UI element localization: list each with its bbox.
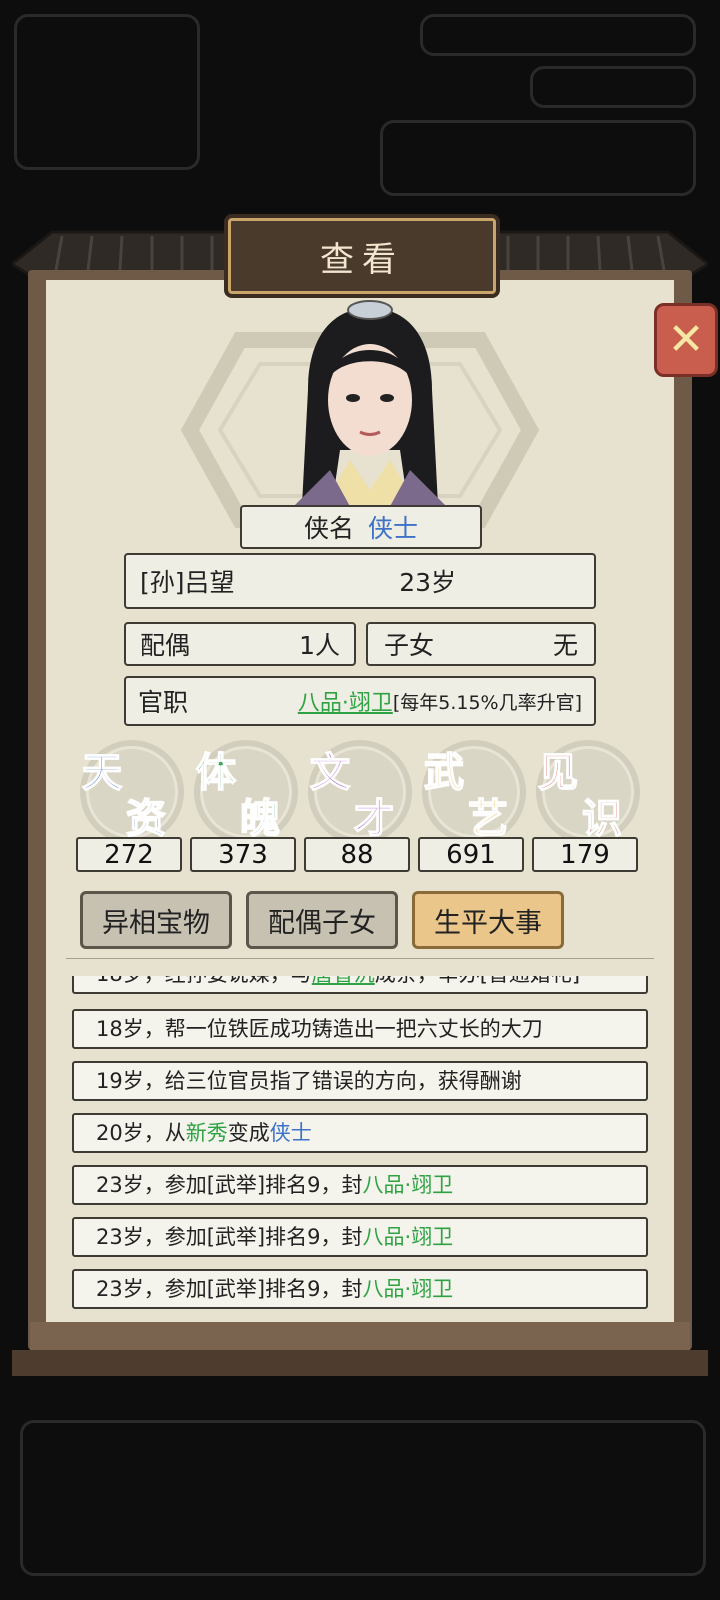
attribute-knowledge: 见 识 — [530, 738, 640, 843]
dialog-title-plate: 查看 — [228, 218, 496, 294]
attribute-char: 天 — [81, 748, 123, 797]
attribute-char: 识 — [581, 794, 623, 843]
event-highlight: 八品·翊卫 — [362, 1277, 454, 1301]
office-label: 官职 — [138, 688, 189, 717]
event-highlight: 新秀 — [185, 1121, 228, 1145]
list-item: 23岁，参加[武举]排名9，封八品·翊卫 — [72, 1269, 648, 1309]
list-item: 18岁，经孙姿说媒，与唐香沉成亲，举办[普通婚礼] — [72, 976, 648, 994]
background-resource-bar — [530, 66, 696, 108]
life-events-list[interactable]: 18岁，经孙姿说媒，与唐香沉成亲，举办[普通婚礼] 18岁，帮一位铁匠成功铸造出… — [72, 976, 648, 1312]
event-highlight: 八品·翊卫 — [362, 1173, 454, 1197]
name-age-box: [孙]吕望 23岁 — [124, 553, 596, 609]
attribute-char: 见 — [537, 748, 579, 797]
attribute-literary: 文 才 — [302, 738, 412, 843]
attribute-char: 体 — [195, 748, 237, 797]
tab-treasures[interactable]: 异相宝物 — [80, 891, 232, 949]
attribute-char: 资 — [125, 794, 167, 843]
children-value: 无 — [552, 631, 578, 660]
spouse-value: 1人 — [299, 631, 340, 660]
attribute-talent: 天 资 — [74, 738, 184, 843]
children-label: 子女 — [384, 631, 435, 660]
attribute-char: 魄 — [239, 794, 281, 843]
tab-life-events[interactable]: 生平大事 — [412, 891, 564, 949]
character-name: [孙]吕望 — [140, 568, 235, 597]
attribute-value-martial: 691 — [418, 837, 524, 872]
attribute-char: 才 — [353, 794, 395, 843]
list-item: 23岁，参加[武举]排名9，封八品·翊卫 — [72, 1165, 648, 1205]
background-bottom-nav — [20, 1420, 706, 1576]
office-rank-link[interactable]: 八品·翊卫 — [298, 685, 393, 717]
panel-base — [30, 1322, 690, 1350]
attribute-char: 武 — [423, 748, 465, 797]
character-portrait — [290, 300, 450, 510]
event-text: 成亲，举办[普通婚礼] — [375, 976, 580, 986]
event-highlight: 八品·翊卫 — [362, 1225, 454, 1249]
title-value: 侠士 — [368, 514, 419, 543]
list-item: 23岁，参加[武举]排名9，封八品·翊卫 — [72, 1217, 648, 1257]
character-age: 23岁 — [399, 568, 456, 597]
event-text: 19岁，给三位官员指了错误的方向，获得酬谢 — [96, 1069, 522, 1093]
event-text: 20岁，从 — [96, 1121, 186, 1145]
event-text: 变成 — [227, 1121, 270, 1145]
list-item: 20岁，从新秀变成侠士 — [72, 1113, 648, 1153]
title-label: 侠名 — [303, 514, 354, 543]
background-resource-bar — [420, 14, 696, 56]
title-box: 侠名 侠士 — [240, 505, 482, 549]
spouse-label: 配偶 — [140, 631, 191, 660]
background-avatar-frame — [14, 14, 200, 170]
panel-footer — [12, 1350, 708, 1376]
close-button[interactable]: ✕ — [654, 303, 718, 377]
event-link[interactable]: 唐香沉 — [312, 976, 375, 986]
close-icon: ✕ — [667, 314, 705, 365]
attribute-value-knowledge: 179 — [532, 837, 638, 872]
attribute-char: 艺 — [467, 794, 509, 843]
attribute-value-talent: 272 — [76, 837, 182, 872]
promotion-rate: [每年5.15%几率升官] — [392, 691, 582, 714]
office-box: 官职 八品·翊卫 [每年5.15%几率升官] — [124, 676, 596, 726]
tab-spouse-children[interactable]: 配偶子女 — [246, 891, 398, 949]
dialog-title: 查看 — [320, 239, 404, 280]
list-item: 18岁，帮一位铁匠成功铸造出一把六丈长的大刀 — [72, 1009, 648, 1049]
divider — [66, 958, 654, 959]
event-highlight: 侠士 — [269, 1121, 312, 1145]
list-item: 19岁，给三位官员指了错误的方向，获得酬谢 — [72, 1061, 648, 1101]
event-text: 23岁，参加[武举]排名9，封 — [96, 1277, 363, 1301]
attribute-physique: 体 魄 — [188, 738, 298, 843]
attribute-char: 文 — [309, 748, 351, 797]
attribute-value-physique: 373 — [190, 837, 296, 872]
spouse-box: 配偶 1人 — [124, 622, 356, 666]
event-text: 18岁，帮一位铁匠成功铸造出一把六丈长的大刀 — [96, 1017, 543, 1041]
event-text: 23岁，参加[武举]排名9，封 — [96, 1225, 363, 1249]
background-menu-icons — [380, 120, 696, 196]
event-text: 23岁，参加[武举]排名9，封 — [96, 1173, 363, 1197]
children-box: 子女 无 — [366, 622, 596, 666]
event-text: 18岁，经孙姿说媒，与 — [96, 976, 312, 986]
attribute-martial: 武 艺 — [416, 738, 526, 843]
attribute-value-literary: 88 — [304, 837, 410, 872]
